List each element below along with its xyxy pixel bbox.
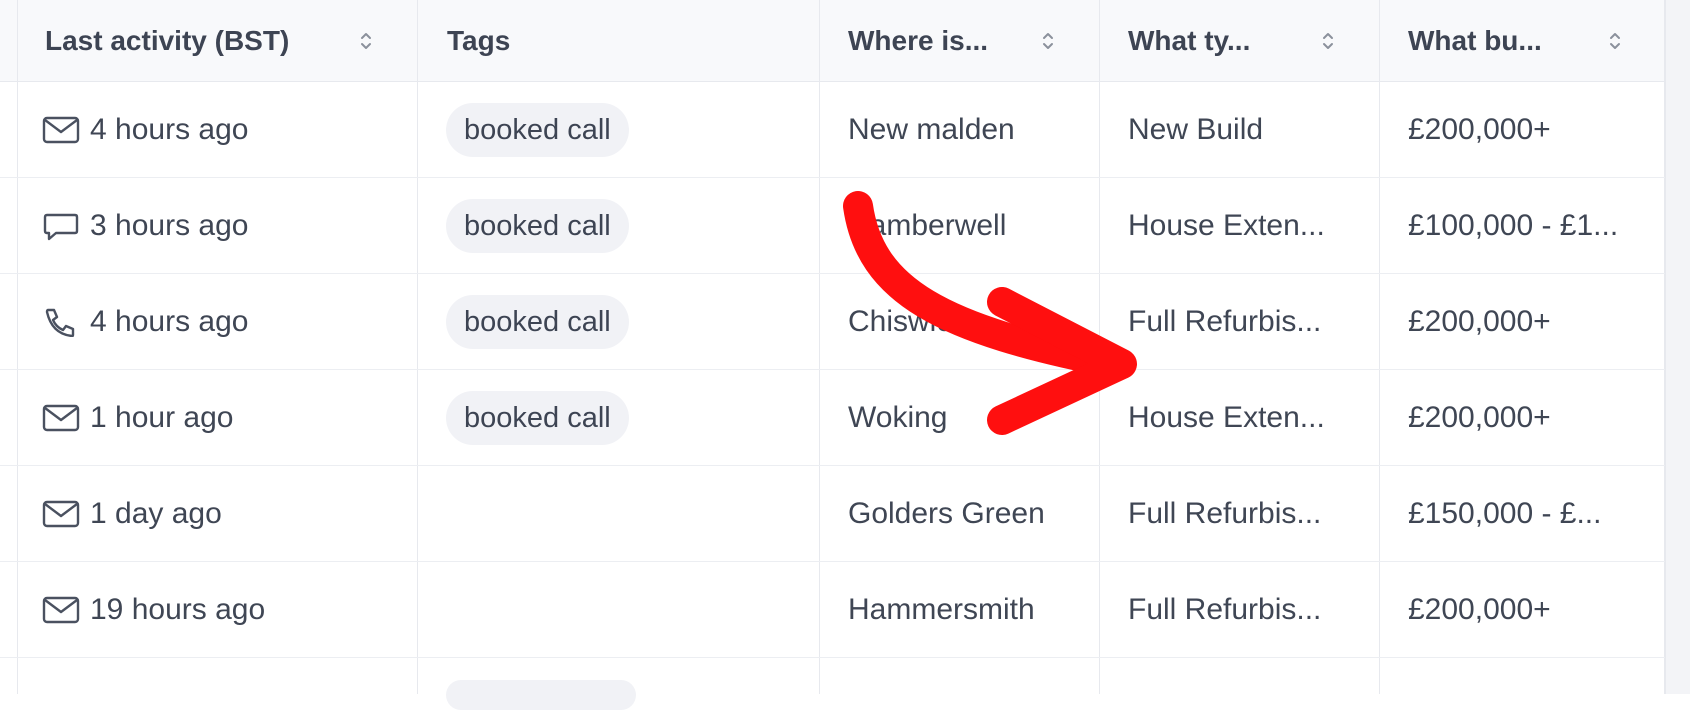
activity-cell: 4 hours ago (42, 274, 248, 370)
budget-cell: £200,000+ (1408, 593, 1551, 626)
where-cell: Golders Green (848, 497, 1045, 530)
budget-cell: £100,000 - £1... (1408, 209, 1619, 242)
budget-cell: £200,000+ (1408, 401, 1551, 434)
what-type-cell: Full Refurbis... (1128, 497, 1322, 530)
activity-cell: 1 day ago (42, 466, 222, 562)
header-last-activity[interactable]: Last activity (BST) (45, 0, 405, 81)
table-scroll-edge (1665, 0, 1690, 694)
header-tags[interactable]: Tags (447, 0, 787, 81)
sort-icon[interactable] (1608, 30, 1622, 52)
mail-icon (42, 116, 80, 144)
table-row[interactable]: 4 hours ago booked call Chiswick Full Re… (0, 274, 1665, 370)
activity-cell: 1 hour ago (42, 370, 233, 466)
mail-icon (42, 500, 80, 528)
phone-icon (45, 308, 75, 337)
tags-cell: booked call (446, 82, 629, 178)
tag-badge-partial (446, 680, 636, 710)
table-row[interactable]: 1 hour ago booked call Woking House Exte… (0, 370, 1665, 466)
mail-icon (42, 596, 80, 624)
where-cell: Woking (848, 401, 948, 434)
header-what-budget[interactable]: What bu... (1408, 0, 1628, 81)
what-type-cell: Full Refurbis... (1128, 305, 1322, 338)
where-cell: New malden (848, 113, 1015, 146)
chat-icon (43, 213, 79, 241)
tags-cell: booked call (446, 178, 629, 274)
activity-cell: 4 hours ago (42, 82, 248, 178)
activity-cell: 19 hours ago (42, 562, 265, 658)
tags-cell: booked call (446, 370, 629, 466)
table-row[interactable]: 19 hours ago Hammersmith Full Refurbis..… (0, 562, 1665, 658)
header-what-type[interactable]: What ty... (1128, 0, 1348, 81)
table-row[interactable]: 3 hours ago booked call Camberwell House… (0, 178, 1665, 274)
tags-cell: booked call (446, 274, 629, 370)
tag-badge[interactable]: booked call (446, 295, 629, 349)
budget-cell: £200,000+ (1408, 113, 1551, 146)
what-type-cell: House Exten... (1128, 401, 1325, 434)
what-type-cell: New Build (1128, 113, 1264, 146)
budget-cell: £150,000 - £... (1408, 497, 1602, 530)
what-type-cell: Full Refurbis... (1128, 593, 1322, 626)
header-where[interactable]: Where is... (848, 0, 1068, 81)
sort-icon[interactable] (1041, 30, 1055, 52)
where-cell: Chiswick (848, 305, 967, 338)
where-cell: Camberwell (848, 209, 1007, 242)
table-row[interactable]: 4 hours ago booked call New malden New B… (0, 82, 1665, 178)
header-where-label: Where is... (848, 24, 989, 56)
tag-badge[interactable]: booked call (446, 199, 629, 253)
budget-cell: £200,000+ (1408, 305, 1551, 338)
tag-badge[interactable]: booked call (446, 391, 629, 445)
contacts-table: Last activity (BST) Tags Where is... Wha… (0, 0, 1690, 710)
what-type-cell: House Exten... (1128, 209, 1325, 242)
activity-cell: 3 hours ago (42, 178, 248, 274)
header-what-type-label: What ty... (1128, 24, 1251, 56)
header-last-activity-label: Last activity (BST) (45, 24, 290, 56)
table-row[interactable]: 1 day ago Golders Green Full Refurbis...… (0, 466, 1665, 562)
header-what-budget-label: What bu... (1408, 24, 1542, 56)
table-row-partial (0, 658, 1665, 710)
sort-icon[interactable] (359, 30, 373, 52)
tag-badge[interactable]: booked call (446, 103, 629, 157)
header-tags-label: Tags (447, 24, 511, 56)
where-cell: Hammersmith (848, 593, 1035, 626)
mail-icon (42, 404, 80, 432)
sort-icon[interactable] (1321, 30, 1335, 52)
